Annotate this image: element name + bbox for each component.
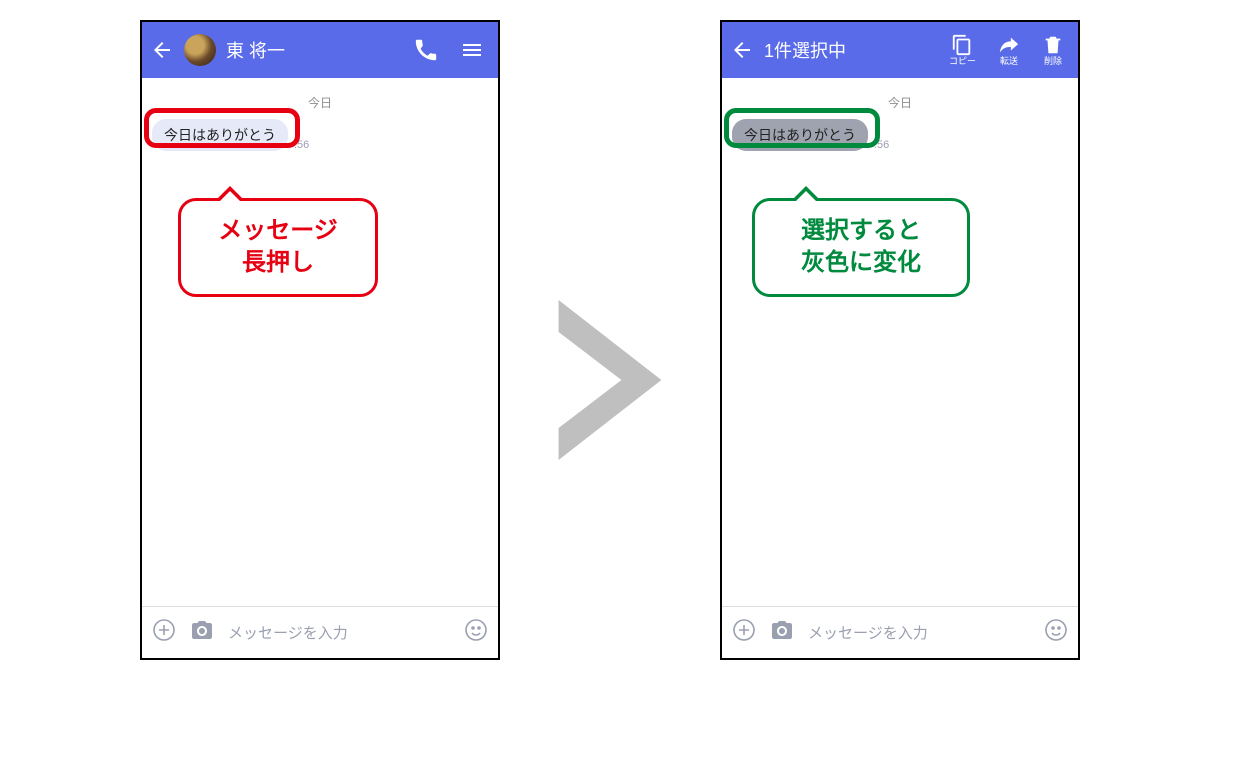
emoji-icon[interactable] xyxy=(1044,618,1068,647)
transition-arrow-icon xyxy=(550,300,670,460)
chat-header: 東 将一 xyxy=(142,22,498,78)
forward-label: 転送 xyxy=(1000,57,1018,66)
back-icon[interactable] xyxy=(730,38,754,62)
selection-header: 1件選択中 コピー 転送 削除 xyxy=(722,22,1078,78)
date-label: 今日 xyxy=(732,94,1068,111)
phone-before: 東 将一 今日 今日はありがとう :56 メッセージ 長押し メッセージを入力 xyxy=(140,20,500,660)
emoji-icon[interactable] xyxy=(464,618,488,647)
copy-icon xyxy=(951,34,973,56)
copy-action[interactable]: コピー xyxy=(949,34,976,66)
selection-title: 1件選択中 xyxy=(764,37,939,63)
message-time: :56 xyxy=(294,139,309,151)
callout-tail-inner xyxy=(216,177,244,205)
message-input-bar: メッセージを入力 xyxy=(722,606,1078,658)
forward-icon xyxy=(998,34,1020,56)
message-time: :56 xyxy=(874,139,889,151)
back-icon[interactable] xyxy=(150,38,174,62)
callout-longpress: メッセージ 長押し xyxy=(178,198,378,297)
message-row: 今日はありがとう :56 xyxy=(732,119,1068,151)
message-input[interactable]: メッセージを入力 xyxy=(228,622,450,643)
copy-label: コピー xyxy=(949,57,976,66)
phone-after: 1件選択中 コピー 転送 削除 今日 今日はありがとう :56 選択すると 灰色… xyxy=(720,20,1080,660)
message-bubble-selected[interactable]: 今日はありがとう xyxy=(732,119,868,151)
message-input[interactable]: メッセージを入力 xyxy=(808,622,1030,643)
chat-body: 今日 今日はありがとう :56 メッセージ 長押し xyxy=(142,78,498,606)
add-icon[interactable] xyxy=(152,618,176,647)
camera-icon[interactable] xyxy=(190,618,214,647)
date-label: 今日 xyxy=(152,94,488,111)
message-row: 今日はありがとう :56 xyxy=(152,119,488,151)
callout-tail-inner xyxy=(792,177,820,205)
message-bubble[interactable]: 今日はありがとう xyxy=(152,119,288,151)
delete-action[interactable]: 削除 xyxy=(1042,34,1064,66)
chat-body: 今日 今日はありがとう :56 選択すると 灰色に変化 xyxy=(722,78,1078,606)
menu-icon[interactable] xyxy=(460,38,484,62)
forward-action[interactable]: 転送 xyxy=(998,34,1020,66)
camera-icon[interactable] xyxy=(770,618,794,647)
callout-selected: 選択すると 灰色に変化 xyxy=(752,198,970,297)
avatar[interactable] xyxy=(184,34,216,66)
trash-icon xyxy=(1042,34,1064,56)
message-input-bar: メッセージを入力 xyxy=(142,606,498,658)
delete-label: 削除 xyxy=(1044,57,1062,66)
phone-call-icon[interactable] xyxy=(414,38,438,62)
chat-title: 東 将一 xyxy=(226,37,404,63)
add-icon[interactable] xyxy=(732,618,756,647)
